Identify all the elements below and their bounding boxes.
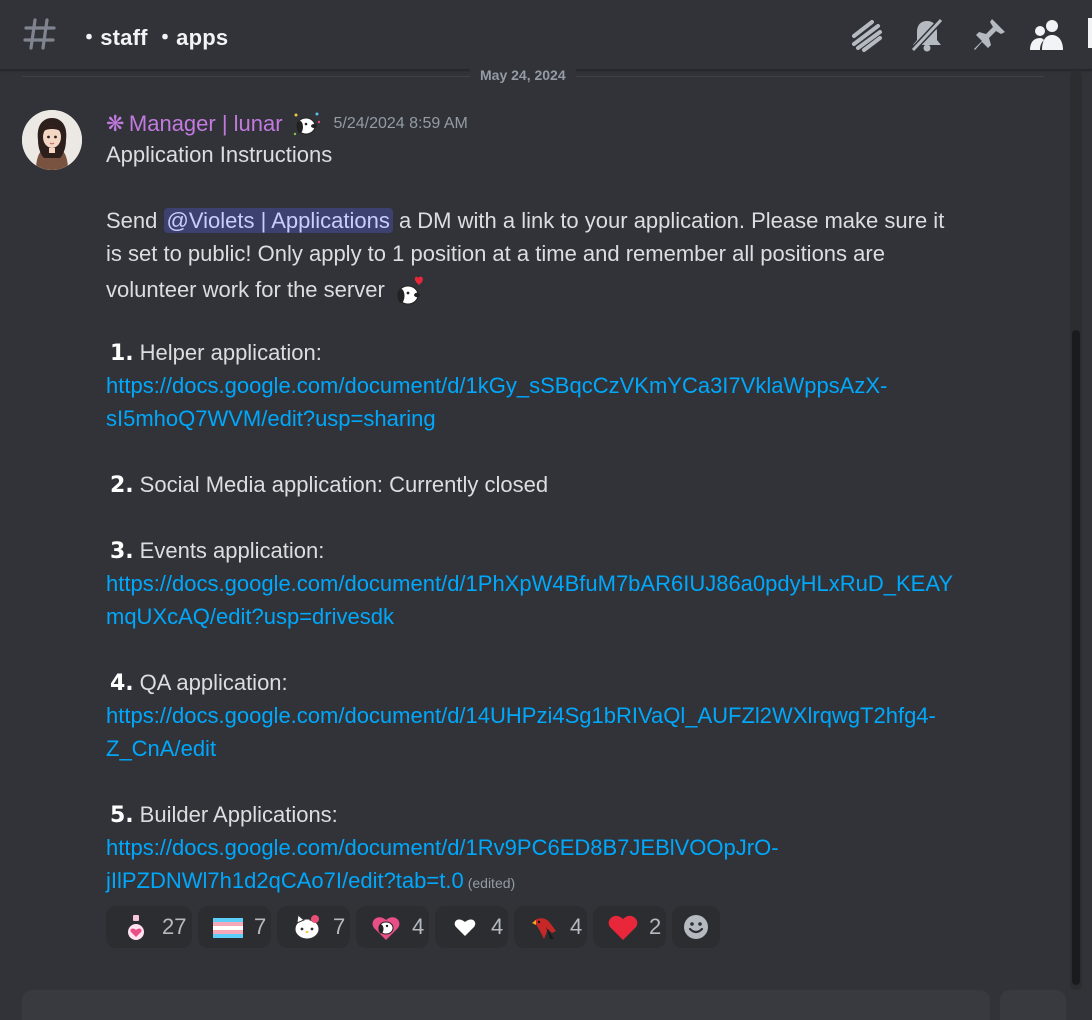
threads-icon[interactable]: [848, 16, 886, 54]
red-heart-icon: [608, 915, 638, 940]
message-timestamp: 5/24/2024 8:59 AM: [333, 115, 468, 132]
item-label: Helper application:: [139, 340, 322, 365]
helper-link-cont[interactable]: sI5mhoQ7WVM/edit?usp=sharing: [106, 406, 436, 432]
window-edge: [1088, 18, 1092, 48]
events-link-cont[interactable]: mqUXcAQ/edit?usp=drivesdk: [106, 604, 394, 630]
avatar[interactable]: [22, 110, 82, 170]
builder-link-cont[interactable]: jIlPZDNWl7h1d2qCAo7I/edit?tab=t.0: [106, 868, 464, 893]
item-label: Events application:: [139, 538, 325, 563]
reaction-hello-kitty[interactable]: 7: [277, 906, 350, 948]
members-icon[interactable]: [1028, 16, 1066, 54]
reaction-red-heart[interactable]: 2: [593, 906, 666, 948]
helper-link[interactable]: https://docs.google.com/document/d/1kGy_…: [106, 373, 887, 399]
pink-heart-potion-icon: [128, 915, 144, 940]
white-heart-icon: [454, 919, 476, 936]
reaction-white-heart[interactable]: 4: [435, 906, 508, 948]
role-icon: ❋: [106, 111, 125, 136]
composer-side-panel[interactable]: [1000, 990, 1066, 1020]
reaction-count: 2: [649, 914, 662, 939]
message-composer[interactable]: [22, 990, 990, 1020]
mute-bell-icon[interactable]: [908, 16, 946, 54]
item-helper: 1. Helper application:: [106, 340, 322, 366]
intro-send-text: Send: [106, 208, 164, 233]
role-mention[interactable]: @Violets | Applications: [163, 208, 393, 233]
message-header: ❋ Manager | lunar 5/24/2024 8:59 AM: [106, 108, 468, 140]
reaction-red-bird[interactable]: 4: [514, 906, 587, 948]
trans-flag-icon: [213, 918, 243, 938]
item-number: 1.: [110, 341, 134, 366]
reaction-count: 27: [162, 914, 187, 939]
snoopy-love-icon: [397, 276, 423, 305]
item-builder: 5. Builder Applications:: [106, 802, 338, 828]
reaction-count: 7: [333, 914, 346, 939]
reaction-count: 4: [491, 914, 504, 939]
events-link[interactable]: https://docs.google.com/document/d/1PhXp…: [106, 571, 953, 597]
intro-text-rest: a DM with a link to your application. Pl…: [392, 208, 945, 233]
date-divider-label: May 24, 2024: [470, 67, 576, 83]
item-events: 3. Events application:: [106, 538, 324, 564]
add-reaction-button[interactable]: [672, 906, 720, 948]
channel-header: ・staff ・apps: [0, 0, 1092, 70]
reaction-count: 4: [570, 914, 583, 939]
item-number: 3.: [110, 539, 134, 564]
qa-link[interactable]: https://docs.google.com/document/d/14UHP…: [106, 703, 936, 729]
avatar-portrait-icon: [22, 110, 82, 170]
scrollbar-thumb[interactable]: [1072, 330, 1080, 985]
item-label: QA application:: [139, 670, 288, 695]
item-number: 4.: [110, 671, 134, 696]
builder-link[interactable]: https://docs.google.com/document/d/1Rv9P…: [106, 835, 779, 861]
item-number: 2.: [110, 473, 134, 498]
intro-line-2: is set to public! Only apply to 1 positi…: [106, 241, 885, 266]
item-number: 5.: [110, 803, 134, 828]
item-social-media: 2. Social Media application: Currently cl…: [106, 472, 548, 498]
qa-link-cont[interactable]: Z_CnA/edit: [106, 736, 216, 762]
builder-link-line-2: jIlPZDNWl7h1d2qCAo7I/edit?tab=t.0 (edited…: [106, 868, 515, 894]
reaction-trans-flag[interactable]: 7: [198, 906, 271, 948]
author-name[interactable]: Manager | lunar: [129, 111, 283, 136]
hash-icon: [23, 18, 56, 50]
reaction-count: 7: [254, 914, 267, 939]
red-bird-icon: [532, 918, 556, 939]
message-title: Application Instructions: [106, 142, 333, 167]
item-label: Builder Applications:: [139, 802, 338, 827]
item-label: Social Media application: Currently clos…: [139, 472, 549, 497]
edited-label: (edited): [467, 875, 516, 891]
reaction-snoopy-heart[interactable]: 4: [356, 906, 429, 948]
snoopy-heart-icon: [372, 917, 400, 940]
intro-line-1: Send @Violets | Applications a DM with a…: [106, 208, 944, 234]
reaction-count: 4: [412, 914, 425, 939]
channel-name: ・staff ・apps: [78, 25, 229, 50]
item-qa: 4. QA application:: [106, 670, 288, 696]
intro-line-3: volunteer work for the server: [106, 274, 425, 308]
intro-line-3-text: volunteer work for the server: [106, 276, 385, 302]
reaction-pink-heart-potion[interactable]: 27: [106, 906, 192, 948]
smiley-icon: [684, 915, 708, 939]
hello-kitty-icon: [294, 914, 320, 940]
pin-icon[interactable]: [970, 16, 1008, 54]
snoopy-icon: [293, 112, 321, 136]
